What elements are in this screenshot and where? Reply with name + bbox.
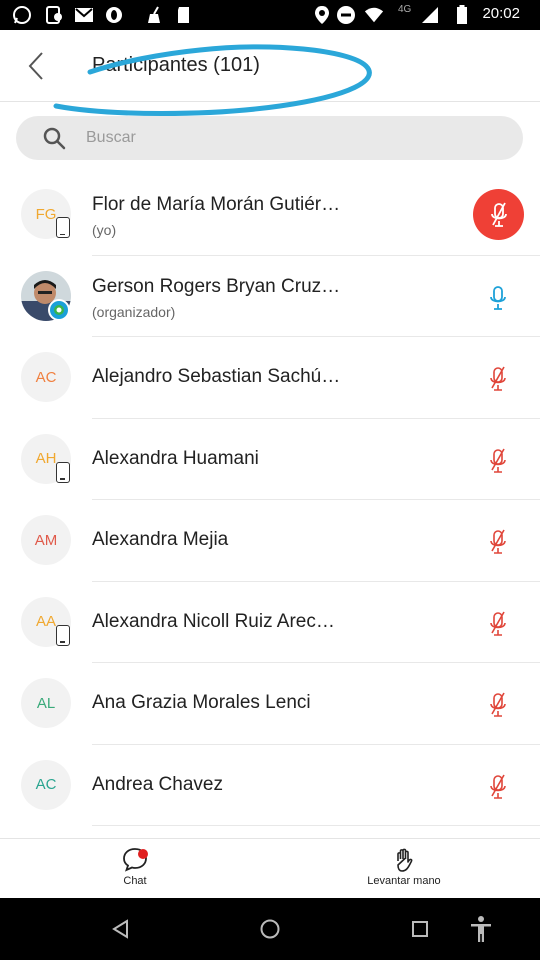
mic-muted-icon[interactable] xyxy=(484,610,512,638)
chevron-left-icon xyxy=(28,52,43,80)
mic-on-icon[interactable] xyxy=(484,284,512,312)
mic-muted-icon[interactable] xyxy=(484,528,512,556)
network-type: 4G xyxy=(398,4,412,15)
avatar: AM xyxy=(21,515,71,565)
participant-name: Gerson Rogers Bryan Cruz… xyxy=(92,275,341,297)
back-button[interactable] xyxy=(18,48,54,84)
sd-card-icon xyxy=(174,5,194,25)
location-icon xyxy=(312,5,332,25)
whatsapp-icon xyxy=(12,5,32,25)
header: Participantes (101) xyxy=(0,30,540,116)
signal-icon xyxy=(420,5,440,25)
participant-name: Flor de María Morán Gutiér… xyxy=(92,194,341,215)
chat-button[interactable]: Chat xyxy=(114,847,156,887)
avatar: AL xyxy=(21,678,71,728)
organizer-badge-icon xyxy=(48,298,70,321)
search-icon xyxy=(43,127,66,150)
chat-label: Chat xyxy=(123,875,147,887)
participant-list: FG Flor de María Morán Gutiér… (yo) Gers… xyxy=(0,174,540,826)
message-icon xyxy=(44,5,64,25)
cleaner-icon xyxy=(144,5,164,25)
participant-name: Alexandra Nicoll Ruiz Arec… xyxy=(92,610,335,632)
participant-name: Alexandra Mejia xyxy=(92,529,229,550)
gmail-icon xyxy=(74,5,94,25)
nav-back-button[interactable] xyxy=(106,914,136,944)
participant-row[interactable]: AM Alexandra Mejia xyxy=(0,500,540,582)
mic-muted-icon xyxy=(490,202,507,227)
clock: 20:02 xyxy=(482,5,520,22)
raise-hand-button[interactable]: Levantar mano xyxy=(364,847,444,887)
mic-muted-icon[interactable] xyxy=(484,447,512,475)
nav-recents-button[interactable] xyxy=(405,914,435,944)
opera-icon xyxy=(104,5,124,25)
participant-name: Ana Grazia Morales Lenci xyxy=(92,692,311,713)
participant-row[interactable]: Gerson Rogers Bryan Cruz… (organizador) xyxy=(0,256,540,337)
divider xyxy=(92,825,540,826)
participant-role: (yo) xyxy=(92,222,117,238)
mobile-device-icon xyxy=(56,624,70,646)
accessibility-icon xyxy=(471,916,491,942)
mic-muted-icon[interactable] xyxy=(484,773,512,801)
mobile-device-icon xyxy=(56,461,70,483)
battery-icon xyxy=(452,5,472,25)
raise-hand-icon xyxy=(397,848,413,872)
raise-hand-label: Levantar mano xyxy=(367,875,441,887)
nav-home-button[interactable] xyxy=(255,914,285,944)
search-bar[interactable] xyxy=(16,116,523,160)
dnd-icon xyxy=(336,5,356,25)
search-input[interactable] xyxy=(86,116,486,160)
notification-dot xyxy=(138,849,148,859)
mute-toggle-button[interactable] xyxy=(473,189,524,240)
annotation-scribble xyxy=(53,44,372,116)
participant-name: Alejandro Sebastian Sachú… xyxy=(92,366,341,387)
bottom-toolbar: Chat Levantar mano xyxy=(0,838,540,898)
mic-muted-icon[interactable] xyxy=(484,365,512,393)
mic-muted-icon[interactable] xyxy=(484,691,512,719)
triangle-back-icon xyxy=(112,919,128,939)
square-recents-icon xyxy=(412,921,428,937)
participant-row[interactable]: AH Alexandra Huamani xyxy=(0,419,540,500)
participant-role: (organizador) xyxy=(92,303,176,320)
participant-row[interactable]: AL Ana Grazia Morales Lenci xyxy=(0,663,540,745)
participant-row[interactable]: FG Flor de María Morán Gutiér… (yo) xyxy=(0,174,540,256)
participant-row[interactable]: AA Alexandra Nicoll Ruiz Arec… xyxy=(0,582,540,663)
avatar: AC xyxy=(21,352,71,402)
circle-home-icon xyxy=(260,919,280,939)
participant-name: Alexandra Huamani xyxy=(92,447,259,469)
participant-name: Andrea Chavez xyxy=(92,773,223,795)
avatar: AC xyxy=(21,759,71,810)
participant-row[interactable]: AC Alejandro Sebastian Sachú… xyxy=(0,337,540,419)
mobile-device-icon xyxy=(56,217,70,238)
accessibility-button[interactable] xyxy=(466,914,496,944)
system-nav-bar xyxy=(0,898,540,960)
wifi-icon xyxy=(364,5,384,25)
status-bar: 4G 20:02 xyxy=(0,0,540,30)
participant-row[interactable]: AC Andrea Chavez xyxy=(0,745,540,826)
